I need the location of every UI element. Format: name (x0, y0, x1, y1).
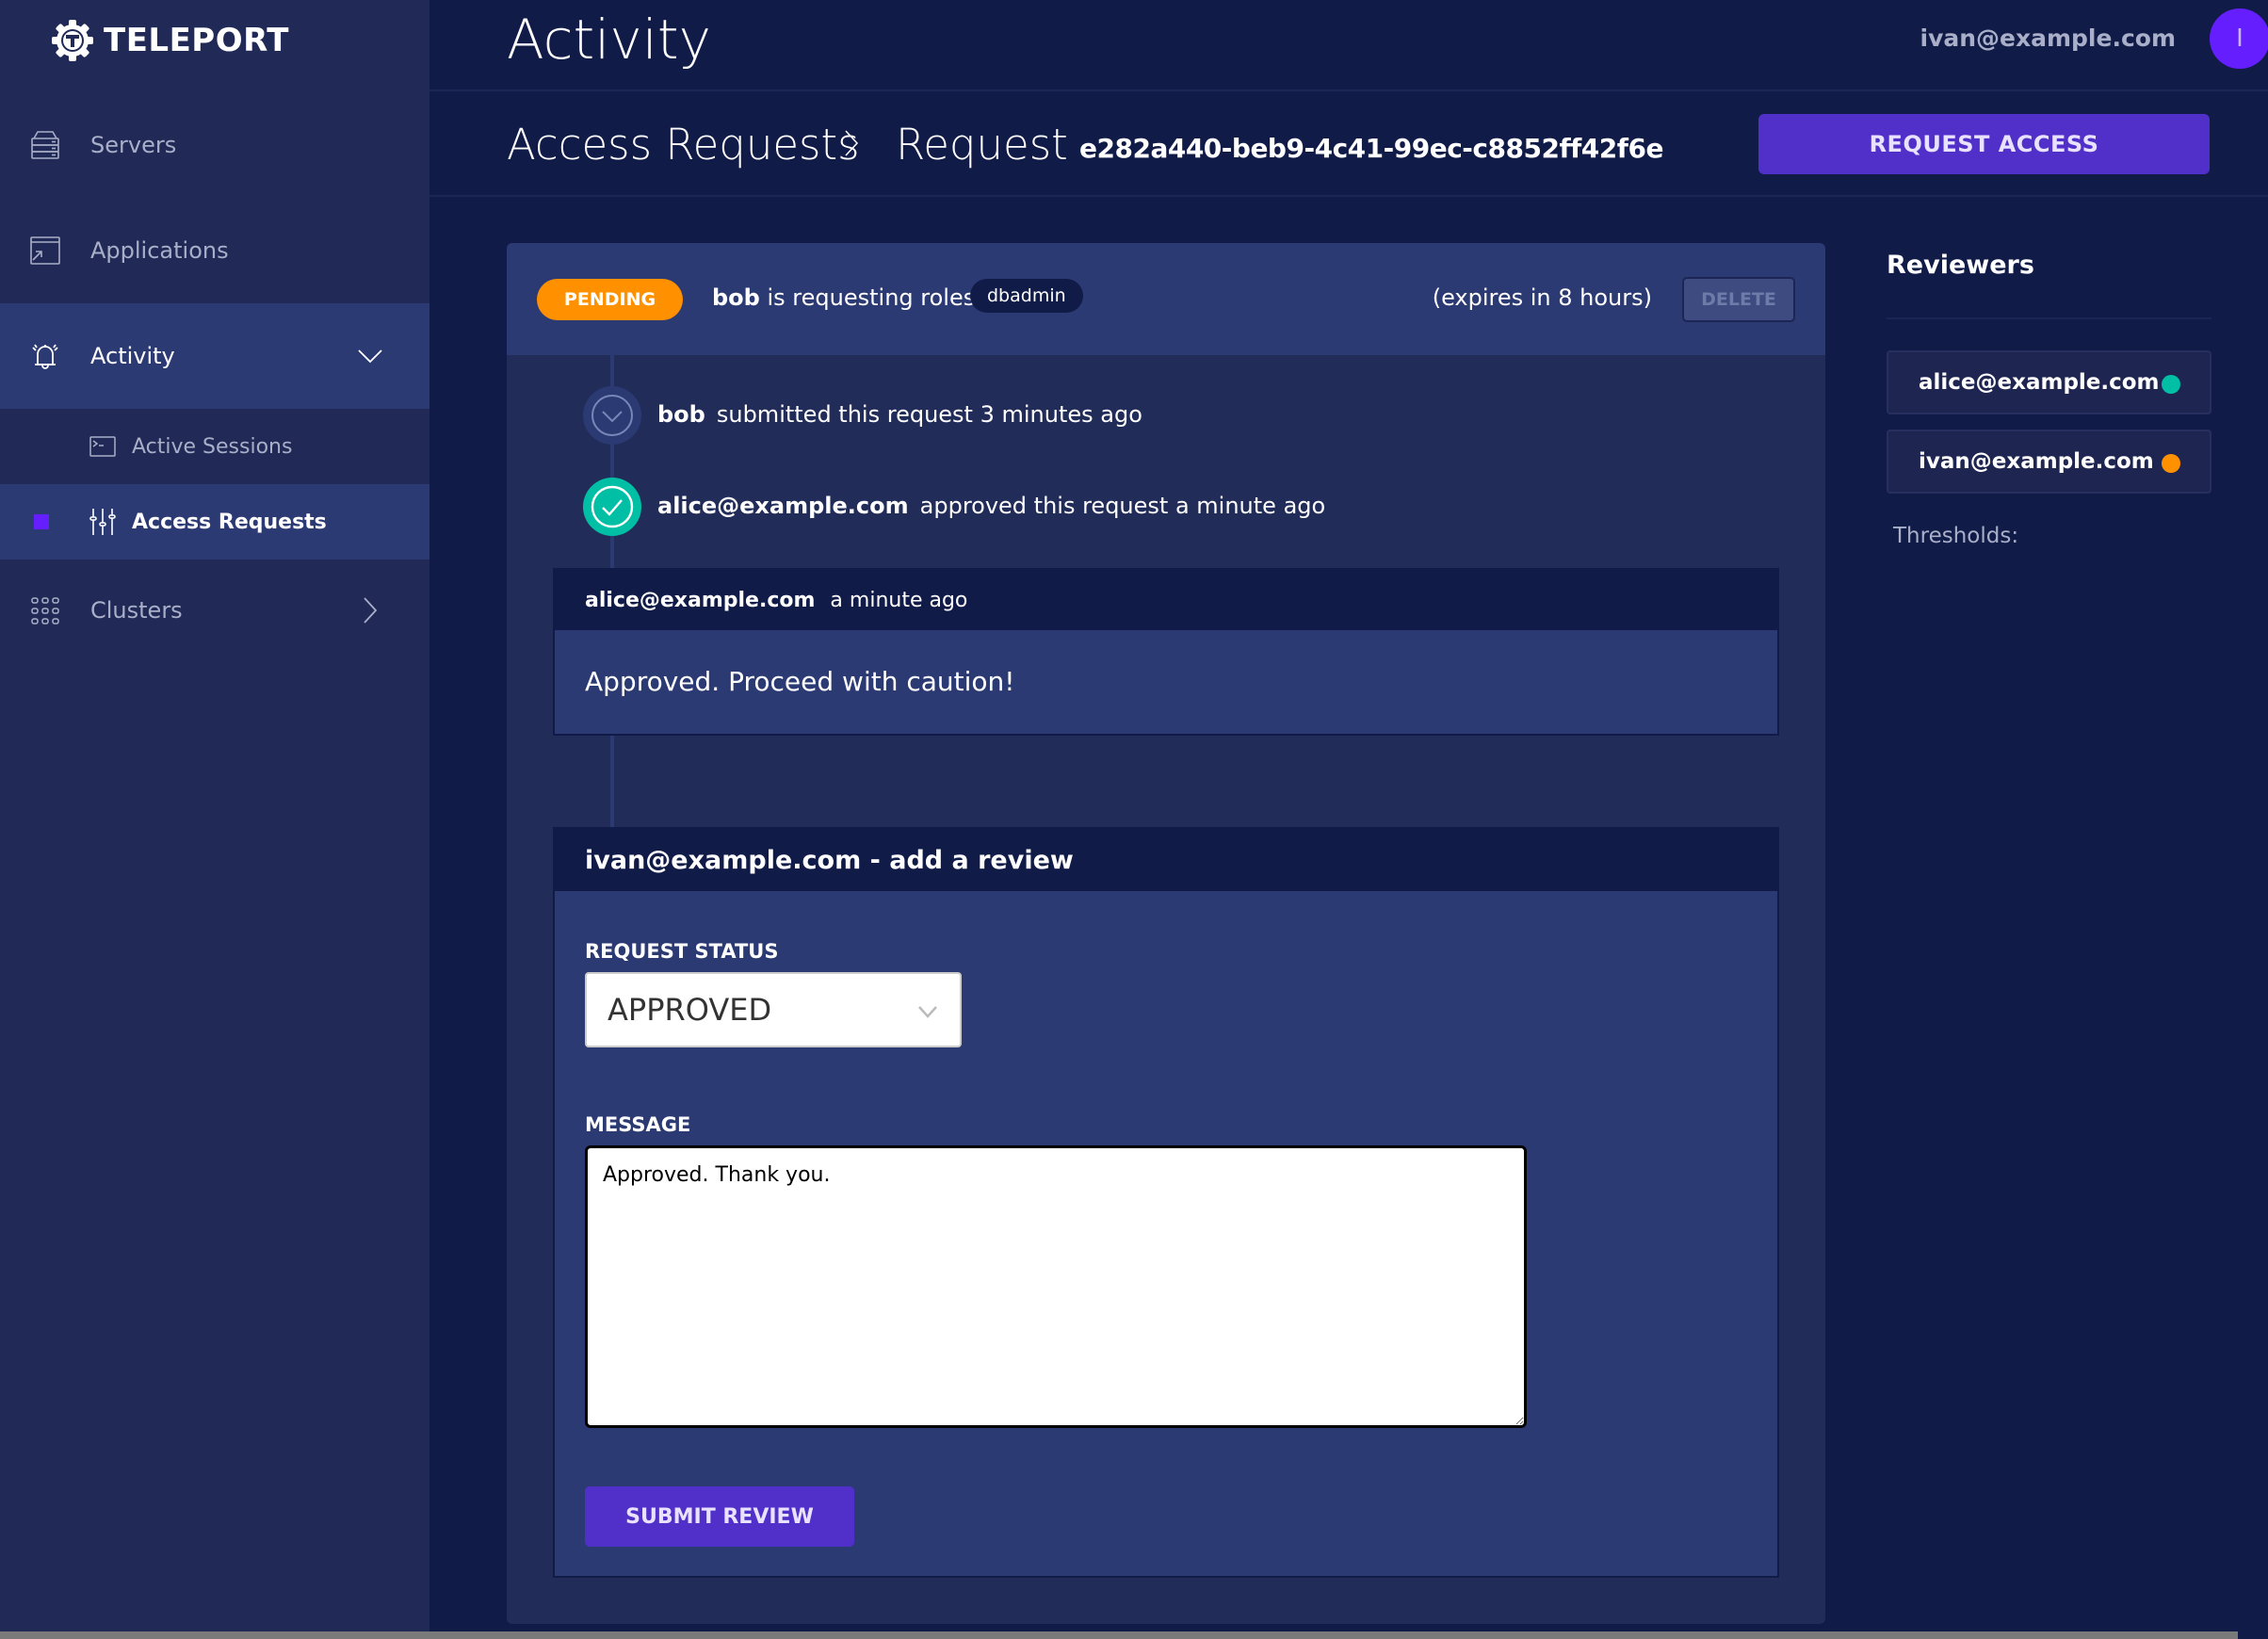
user-menu-email[interactable]: ivan@example.com (1920, 24, 2177, 52)
sliders-icon (89, 505, 117, 539)
check-icon (591, 485, 634, 528)
reviewer-email: ivan@example.com (1919, 449, 2154, 474)
grid-icon (28, 593, 62, 627)
expires-text: (expires in 8 hours) (1432, 284, 1652, 311)
timeline-item: bob submitted this request 3 minutes ago (657, 401, 1142, 428)
message-textarea[interactable]: Approved. Thank you. (585, 1145, 1527, 1428)
request-status-select[interactable]: APPROVED (585, 972, 962, 1047)
add-review-form: ivan@example.com - add a review REQUEST … (553, 827, 1779, 1578)
sidebar-item-label: Active Sessions (132, 434, 293, 459)
chevron-right-icon (845, 130, 859, 156)
request-summary-text: bob is requesting roles: (712, 284, 982, 311)
chevron-down-icon (918, 1006, 937, 1018)
sidebar-item-label: Servers (90, 132, 177, 158)
chevron-down-icon (358, 349, 382, 364)
request-status-label: REQUEST STATUS (585, 940, 779, 963)
chevron-right-icon (364, 597, 378, 624)
server-icon (28, 128, 62, 162)
sidebar-item-servers[interactable]: Servers (0, 113, 429, 177)
comment-time: a minute ago (830, 588, 968, 612)
reviewer-item: ivan@example.com (1887, 430, 2211, 494)
sidebar-item-applications[interactable]: Applications (0, 219, 429, 283)
reviewer-status-dot (2162, 375, 2180, 394)
sidebar-item-access-requests[interactable]: Access Requests (0, 484, 429, 560)
sidebar: TELEPORT Servers Applications Activity A… (0, 0, 429, 1639)
request-status-value: APPROVED (608, 992, 772, 1028)
sidebar-item-label: Clusters (90, 597, 183, 624)
timeline-item: alice@example.com approved this request a… (657, 493, 1325, 519)
requesting-roles-label: is requesting roles: (767, 284, 983, 311)
breadcrumb-access-requests[interactable]: Access Requests (507, 120, 860, 170)
reviewer-status-dot (2162, 454, 2180, 473)
requester-name: bob (712, 284, 760, 311)
timeline-marker-submitted (583, 386, 641, 445)
sidebar-item-activity[interactable]: Activity (0, 303, 429, 409)
role-chip: dbadmin (970, 279, 1083, 313)
comment-author: alice@example.com (585, 588, 816, 612)
timeline-user: alice@example.com (657, 493, 909, 519)
brand-name: TELEPORT (104, 22, 289, 59)
top-bar: Activity ivan@example.com I (429, 0, 2268, 91)
thresholds-label: Thresholds: (1893, 524, 2019, 548)
sidebar-item-label: Access Requests (132, 510, 327, 534)
delete-button[interactable]: DELETE (1682, 277, 1795, 322)
sidebar-item-active-sessions[interactable]: Active Sessions (0, 409, 429, 484)
application-icon (28, 234, 62, 268)
horizontal-scrollbar[interactable] (0, 1631, 2238, 1639)
request-id: e282a440-beb9-4c41-99ec-c8852ff42f6e (1079, 133, 1663, 164)
divider (1887, 317, 2211, 319)
reviewer-item: alice@example.com (1887, 350, 2211, 414)
sidebar-item-label: Activity (90, 343, 175, 369)
avatar[interactable]: I (2210, 8, 2268, 69)
bell-icon (28, 339, 62, 373)
timeline-text: submitted this request 3 minutes ago (716, 401, 1142, 428)
active-marker (34, 514, 49, 529)
breadcrumb-request: Request (896, 120, 1068, 170)
reviewer-email: alice@example.com (1919, 370, 2160, 395)
timeline-user: bob (657, 401, 705, 428)
request-summary: PENDING bob is requesting roles: dbadmin… (507, 243, 1825, 355)
comment-header: alice@example.com a minute ago (555, 570, 1777, 630)
message-label: MESSAGE (585, 1113, 691, 1136)
timeline-text: approved this request a minute ago (919, 493, 1326, 519)
sidebar-item-label: Applications (90, 237, 229, 264)
timeline-marker-approved (583, 478, 641, 536)
review-comment: alice@example.com a minute ago Approved.… (553, 568, 1779, 736)
submit-review-button[interactable]: SUBMIT REVIEW (585, 1486, 854, 1547)
teleport-gear-icon (52, 20, 93, 61)
timeline-line (610, 736, 614, 827)
page-title: Activity (507, 8, 711, 72)
reviewers-title: Reviewers (1887, 251, 2034, 280)
teleport-logo[interactable]: TELEPORT (51, 17, 289, 64)
request-card: PENDING bob is requesting roles: dbadmin… (507, 243, 1825, 1624)
status-badge: PENDING (537, 279, 683, 320)
request-access-button[interactable]: REQUEST ACCESS (1758, 114, 2210, 174)
terminal-icon (89, 430, 117, 463)
breadcrumb-bar: Access Requests Request e282a440-beb9-4c… (429, 91, 2268, 197)
comment-message: Approved. Proceed with caution! (585, 666, 1015, 697)
sidebar-item-clusters[interactable]: Clusters (0, 578, 429, 642)
add-review-title: ivan@example.com - add a review (555, 829, 1777, 891)
chevron-down-icon (591, 395, 633, 436)
